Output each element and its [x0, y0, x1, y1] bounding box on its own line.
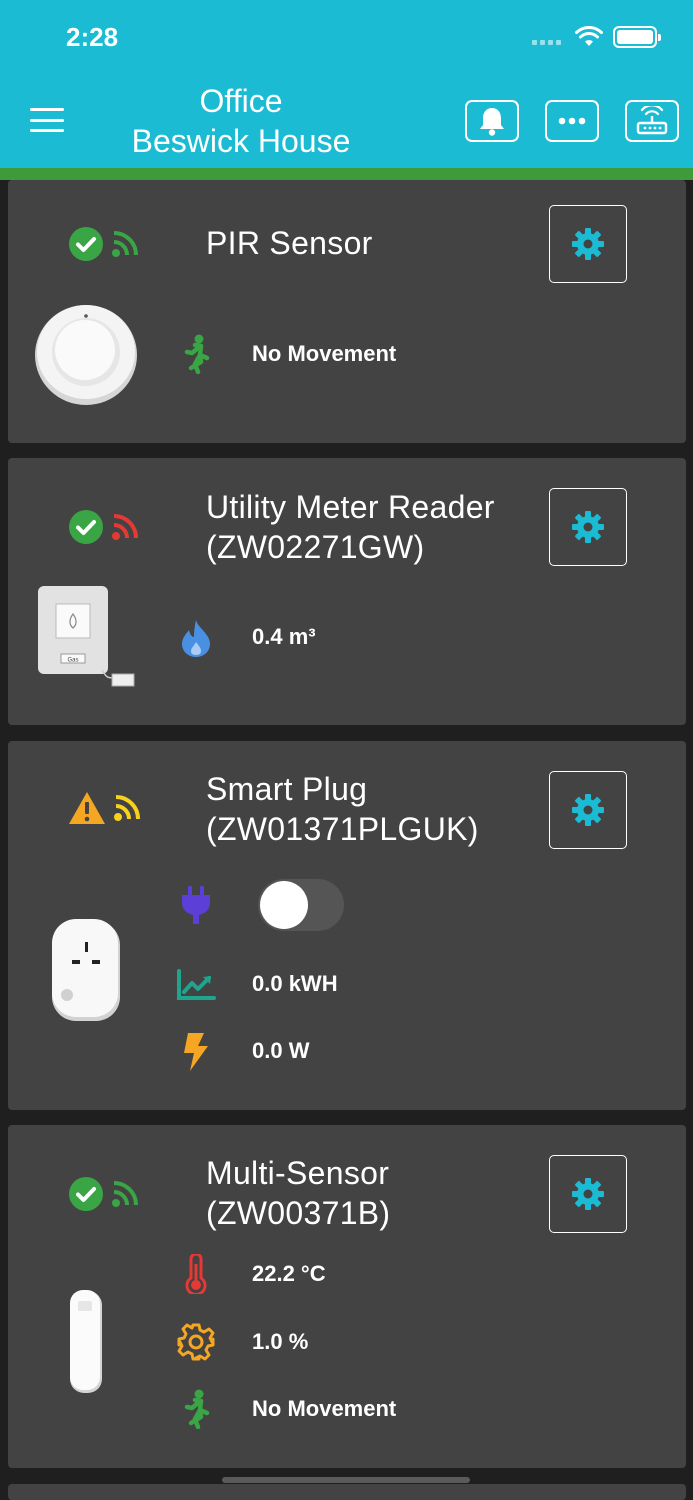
device-name-line1: Smart Plug — [206, 771, 368, 807]
reading-value: No Movement — [252, 341, 397, 366]
device-name-line2: (ZW00371B) — [206, 1195, 391, 1231]
device-name-line2: (ZW02271GW) — [206, 529, 425, 565]
bell-icon — [480, 108, 504, 136]
device-card-multi-sensor[interactable]: Multi-Sensor (ZW00371B) 22.2 °C 1.0 % No… — [8, 1125, 686, 1468]
walking-icon — [184, 334, 210, 374]
hub-icon — [636, 106, 668, 135]
device-card-pir-sensor[interactable]: PIR Sensor No Movement — [8, 180, 686, 443]
cellular-signal-icon — [532, 30, 561, 45]
device-settings-button[interactable] — [549, 1155, 627, 1233]
device-name: Smart Plug (ZW01371PLGUK) — [206, 769, 479, 849]
more-icon — [558, 117, 586, 125]
reading-value: 1.0 % — [252, 1329, 309, 1354]
signal-red-icon — [112, 514, 138, 540]
device-card-next[interactable] — [8, 1484, 686, 1500]
reading-value: 22.2 °C — [252, 1261, 326, 1286]
reading-icon-row — [176, 1389, 216, 1429]
device-status — [68, 226, 140, 262]
app-header: 2:28 Office Beswick House — [0, 0, 693, 168]
reading-icon-row — [176, 1254, 216, 1294]
reading-icon-row — [176, 965, 216, 1005]
thermometer-icon — [185, 1254, 207, 1294]
ok-check-icon — [69, 510, 103, 544]
device-card-utility-meter[interactable]: Utility Meter Reader (ZW02271GW) Gas 0.4… — [8, 458, 686, 725]
ok-check-icon — [69, 227, 103, 261]
status-indicators — [532, 26, 661, 48]
room-name: Office — [199, 83, 283, 119]
plug-icon-wrap — [176, 885, 216, 925]
plug-icon — [182, 886, 210, 924]
reading-value: 0.0 kWH — [252, 971, 338, 996]
reading-icon-row — [176, 334, 216, 374]
device-status — [68, 509, 140, 545]
device-settings-button[interactable] — [549, 771, 627, 849]
reading-icon-row — [176, 1322, 216, 1362]
device-name-line2: (ZW01371PLGUK) — [206, 811, 479, 847]
device-status — [68, 791, 142, 825]
device-name: Utility Meter Reader (ZW02271GW) — [206, 487, 495, 567]
reading-icon-row — [176, 1032, 216, 1072]
signal-yellow-icon — [114, 795, 140, 821]
pir-sensor-image — [35, 305, 137, 405]
gear-icon — [177, 1323, 215, 1361]
device-card-smart-plug[interactable]: Smart Plug (ZW01371PLGUK) 0.0 kWH 0.0 W — [8, 741, 686, 1110]
reading-value: No Movement — [252, 1396, 397, 1421]
status-time: 2:28 — [66, 22, 119, 52]
signal-green-icon — [112, 231, 138, 257]
notifications-button[interactable] — [465, 100, 519, 142]
menu-button[interactable] — [30, 108, 64, 132]
chart-icon — [177, 969, 216, 1000]
warning-icon — [69, 792, 105, 824]
device-status — [68, 1176, 140, 1212]
site-name: Beswick House — [131, 123, 351, 159]
hub-button[interactable] — [625, 100, 679, 142]
reading-value: 0.4 m³ — [252, 624, 316, 649]
reading-icon-row — [176, 618, 216, 658]
header-accent-bar — [0, 168, 693, 180]
bolt-icon — [184, 1033, 208, 1071]
walking-icon — [184, 1389, 210, 1429]
device-settings-button[interactable] — [549, 205, 627, 283]
reading-value: 0.0 W — [252, 1038, 310, 1063]
ok-check-icon — [69, 1177, 103, 1211]
multi-sensor-image — [70, 1290, 102, 1393]
gear-icon — [572, 1178, 604, 1210]
device-name-line1: Multi-Sensor — [206, 1155, 390, 1191]
gas-meter-reader-image: Gas — [38, 586, 135, 687]
device-name: Multi-Sensor (ZW00371B) — [206, 1153, 390, 1233]
home-indicator — [222, 1477, 470, 1483]
more-button[interactable] — [545, 100, 599, 142]
device-name-line1: Utility Meter Reader — [206, 489, 495, 525]
smart-plug-image — [52, 919, 120, 1021]
power-toggle[interactable] — [258, 879, 344, 931]
page-title: Office Beswick House — [100, 82, 382, 162]
battery-icon — [613, 26, 661, 48]
signal-green-icon — [112, 1181, 138, 1207]
gear-icon — [572, 228, 604, 260]
toggle-knob — [260, 881, 308, 929]
device-settings-button[interactable] — [549, 488, 627, 566]
gas-label: Gas — [67, 658, 78, 664]
device-name: PIR Sensor — [206, 225, 373, 261]
flame-icon — [182, 620, 210, 657]
gear-icon — [572, 511, 604, 543]
gear-icon — [572, 794, 604, 826]
wifi-icon — [575, 26, 603, 46]
